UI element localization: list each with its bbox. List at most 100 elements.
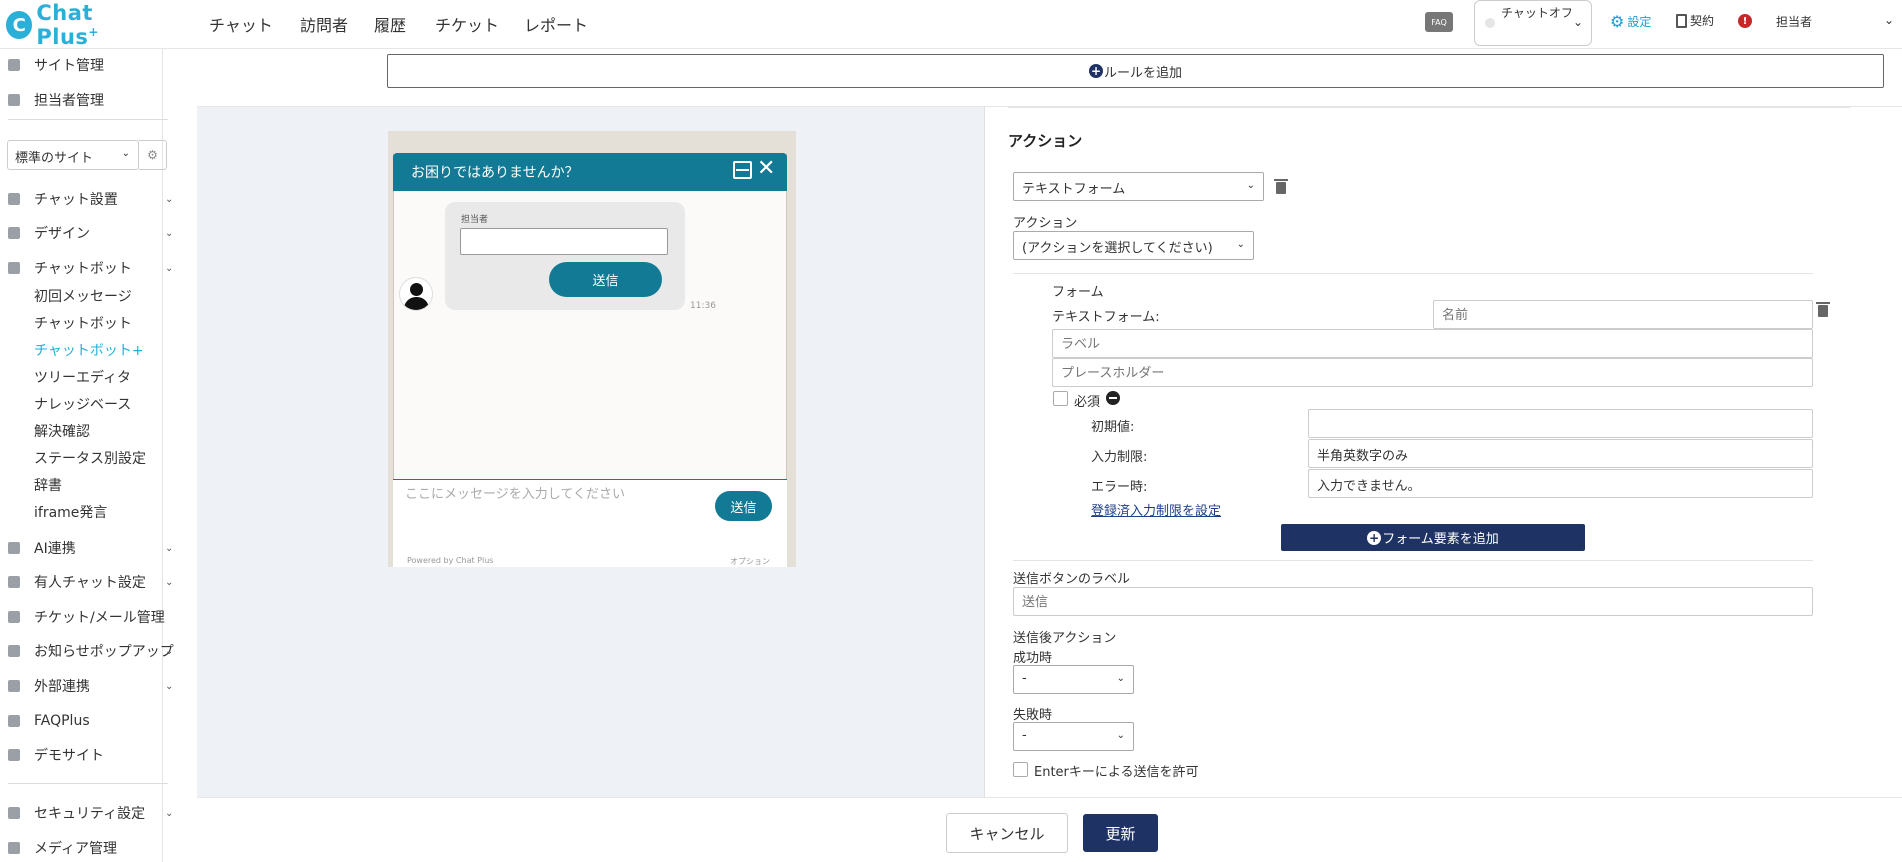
placeholder-input[interactable]	[1052, 358, 1813, 387]
sidebar-item-faqplus[interactable]: FAQPlus	[0, 709, 180, 733]
action-label: アクション	[1013, 216, 1078, 231]
submit-button-label-input[interactable]	[1013, 587, 1813, 616]
widget-form-input[interactable]	[460, 228, 668, 255]
nav-visitors[interactable]: 訪問者	[300, 12, 348, 36]
minus-circle-icon[interactable]	[1106, 391, 1120, 405]
user-icon	[8, 94, 20, 106]
action-type-select[interactable]: テキストフォーム ⌄	[1013, 172, 1264, 201]
enter-submit-checkbox[interactable]	[1013, 762, 1028, 777]
nav-report[interactable]: レポート	[524, 12, 588, 36]
user-label: 担当者	[1776, 15, 1813, 29]
widget-message-input[interactable]: ここにメッセージを入力してください	[405, 483, 625, 502]
headset-icon	[8, 576, 20, 588]
chevron-down-icon: ⌄	[1236, 239, 1245, 250]
chevron-down-icon: ⌄	[165, 193, 174, 205]
nav-history[interactable]: 履歴	[374, 12, 406, 36]
sidebar-item-media[interactable]: メディア管理	[0, 836, 180, 860]
monitor-icon	[8, 749, 20, 761]
sidebar-item-label: チャット設置	[34, 192, 118, 208]
sidebar-item-ai[interactable]: AI連携 ⌄	[0, 536, 180, 560]
sidebar-item-demo-site[interactable]: デモサイト	[0, 743, 180, 767]
sidebar-item-site-management[interactable]: サイト管理	[0, 53, 180, 77]
divider	[1013, 560, 1813, 561]
sidebar-sub-iframe[interactable]: iframe発言	[34, 502, 107, 522]
sidebar-item-external[interactable]: 外部連携 ⌄	[0, 674, 180, 698]
sidebar-item-label: チケット/メール管理	[34, 610, 165, 626]
widget-option-link[interactable]: オプション	[730, 556, 770, 567]
list-icon	[8, 611, 20, 623]
user-menu[interactable]: 担当者 ⌄	[1776, 13, 1894, 30]
sidebar-item-chat-setup[interactable]: チャット設置 ⌄	[0, 187, 180, 211]
sidebar-sub-chatbot-plus[interactable]: チャットボット+	[34, 340, 144, 360]
failure-label: 失敗時	[1013, 708, 1053, 723]
sidebar-item-ticket-mail[interactable]: チケット/メール管理	[0, 605, 180, 629]
settings-link[interactable]: ⚙ 設定	[1610, 12, 1651, 31]
success-action-select[interactable]: - ⌄	[1013, 665, 1134, 694]
failure-action-select[interactable]: - ⌄	[1013, 722, 1134, 751]
initial-value-input[interactable]	[1308, 409, 1813, 438]
add-rule-button[interactable]: + ルールを追加	[387, 54, 1884, 88]
sidebar-sub-knowledge-base[interactable]: ナレッジベース	[34, 394, 131, 414]
powered-by-text: Powered by Chat Plus	[407, 556, 494, 565]
sidebar-sub-resolution-check[interactable]: 解決確認	[34, 421, 90, 441]
required-checkbox[interactable]	[1053, 391, 1068, 406]
sidebar-item-label: デモサイト	[34, 748, 104, 764]
chevron-down-icon: ⌄	[165, 807, 174, 819]
nav-chat[interactable]: チャット	[209, 12, 273, 36]
widget-header: お困りではありませんか？	[393, 153, 787, 191]
widget-submit-button[interactable]: 送信	[549, 262, 662, 297]
close-icon[interactable]: ✕	[757, 156, 775, 181]
error-input[interactable]: 入力できません。	[1308, 469, 1813, 498]
add-form-element-button[interactable]: + フォーム要素を追加	[1281, 524, 1585, 551]
gear-icon	[8, 59, 20, 71]
sidebar-item-manned-chat[interactable]: 有人チャット設定 ⌄	[0, 570, 180, 594]
cancel-button[interactable]: キャンセル	[946, 813, 1068, 853]
sidebar-sub-dictionary[interactable]: 辞書	[34, 475, 62, 495]
alert-icon[interactable]: !	[1738, 14, 1752, 28]
register-restriction-link[interactable]: 登録済入力制限を設定	[1091, 500, 1221, 519]
chevron-down-icon: ⌄	[165, 645, 174, 657]
sidebar-item-label: お知らせポップアップ	[34, 644, 174, 660]
image-icon	[8, 842, 20, 854]
sidebar-sub-tree-editor[interactable]: ツリーエディタ	[34, 367, 131, 387]
chevron-down-icon: ⌄	[165, 227, 174, 239]
lock-icon	[8, 807, 20, 819]
failure-value: -	[1022, 728, 1027, 743]
site-settings-gear-icon[interactable]: ⚙	[139, 140, 167, 170]
sidebar-item-staff-management[interactable]: 担当者管理	[0, 88, 180, 112]
sidebar-item-security[interactable]: セキュリティ設定 ⌄	[0, 801, 180, 825]
text-form-label: テキストフォーム:	[1052, 310, 1160, 325]
chevron-down-icon: ⌄	[1883, 13, 1894, 27]
success-label: 成功時	[1013, 651, 1053, 666]
restriction-input[interactable]: 半角英数字のみ	[1308, 439, 1813, 468]
sidebar-item-design[interactable]: デザイン ⌄	[0, 221, 180, 245]
name-input[interactable]	[1433, 300, 1813, 329]
sidebar-item-chatbot[interactable]: チャットボット ⌄	[0, 256, 180, 280]
trash-icon[interactable]	[1274, 179, 1288, 194]
faq-button[interactable]: FAQ	[1425, 12, 1453, 32]
sidebar-item-notice-popup[interactable]: お知らせポップアップ ⌄	[0, 639, 180, 663]
minimize-icon[interactable]	[733, 161, 752, 179]
site-select[interactable]: 標準のサイト ⌄	[7, 140, 139, 170]
chatplus-logo[interactable]: C Chat Plus+	[6, 1, 156, 49]
contract-link[interactable]: 契約	[1676, 12, 1714, 29]
trash-icon[interactable]	[1816, 302, 1830, 317]
update-button[interactable]: 更新	[1083, 814, 1158, 852]
chevron-down-icon: ⌄	[1572, 15, 1583, 29]
sidebar-item-label: セキュリティ設定	[34, 806, 146, 822]
sidebar-sub-first-message[interactable]: 初回メッセージ	[34, 286, 132, 306]
plus-circle-icon: +	[1088, 64, 1103, 78]
divider	[8, 119, 168, 120]
popup-icon	[8, 645, 20, 657]
action-type-value: テキストフォーム	[1022, 182, 1126, 197]
widget-send-button[interactable]: 送信	[715, 491, 772, 521]
status-label: チャットオフ	[1501, 6, 1573, 20]
chevron-down-icon: ⌄	[165, 576, 174, 588]
label-input[interactable]	[1052, 329, 1813, 358]
chat-status-select[interactable]: チャットオフ ⌄	[1474, 0, 1592, 46]
action-select[interactable]: (アクションを選択してください) ⌄	[1013, 231, 1254, 260]
sidebar-sub-chatbot[interactable]: チャットボット	[34, 313, 132, 333]
add-rule-label: ルールを追加	[1103, 65, 1182, 81]
nav-ticket[interactable]: チケット	[435, 12, 499, 36]
sidebar-sub-status-settings[interactable]: ステータス別設定	[34, 448, 146, 468]
